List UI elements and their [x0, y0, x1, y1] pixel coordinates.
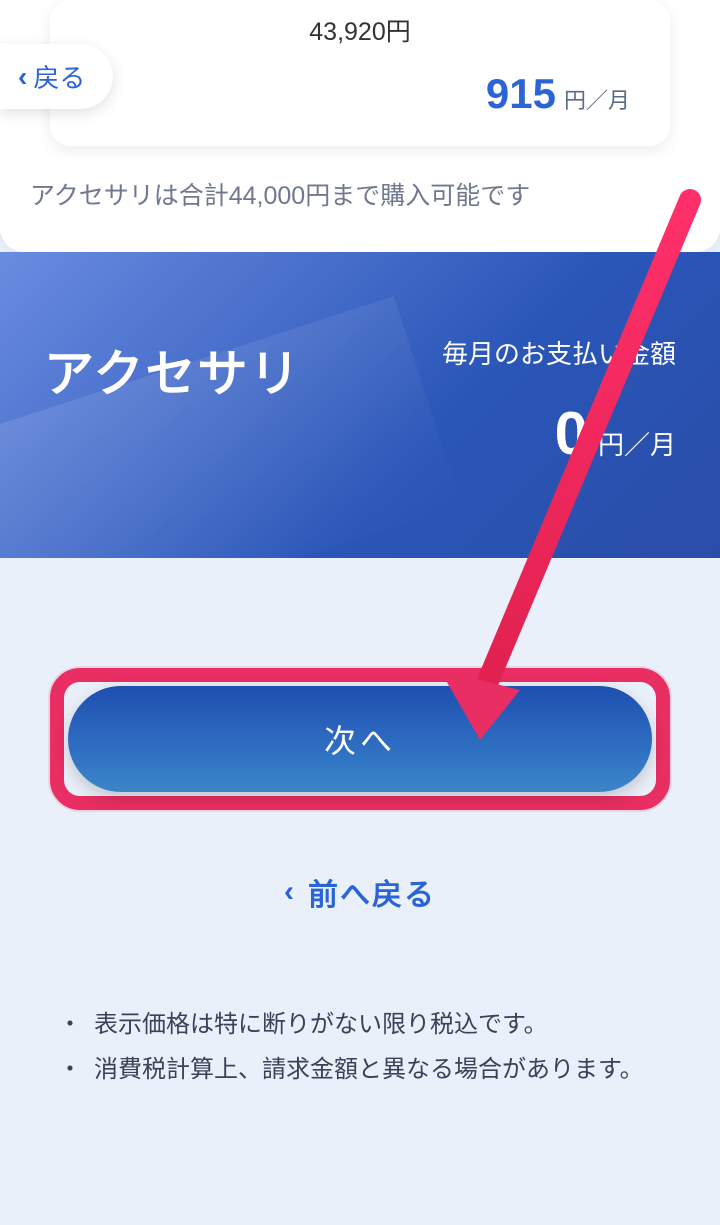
previous-link-label: 前へ戻る	[308, 870, 436, 914]
footnote-text: 消費税計算上、請求金額と異なる場合があります。	[94, 1049, 644, 1084]
footnotes: ・表示価格は特に断りがない限り税込です。 ・消費税計算上、請求金額と異なる場合が…	[50, 1004, 670, 1084]
accessory-limit-note: アクセサリは合計44,000円まで購入可能です	[30, 176, 690, 212]
footnote-text: 表示価格は特に断りがない限り税込です。	[94, 1004, 548, 1039]
price-card: 43,920円 915 円／月	[50, 0, 670, 146]
upper-card: 43,920円 915 円／月 アクセサリは合計44,000円まで購入可能です	[0, 0, 720, 252]
list-item: ・消費税計算上、請求金額と異なる場合があります。	[58, 1049, 670, 1084]
list-item: ・表示価格は特に断りがない限り税込です。	[58, 1004, 670, 1039]
monthly-price-row: 915 円／月	[90, 70, 630, 118]
previous-link[interactable]: ‹ 前へ戻る	[50, 870, 670, 914]
chevron-left-icon: ‹	[284, 875, 294, 909]
chevron-left-icon: ‹	[18, 63, 27, 91]
next-button[interactable]: 次へ	[68, 686, 652, 792]
next-button-label: 次へ	[324, 716, 396, 762]
bottom-area: 次へ ‹ 前へ戻る ・表示価格は特に断りがない限り税込です。 ・消費税計算上、請…	[0, 558, 720, 1084]
summary-title: アクセサリ	[44, 334, 302, 406]
summary-amount: 0	[555, 399, 588, 468]
back-button[interactable]: ‹ 戻る	[0, 44, 113, 109]
highlight-frame: 次へ	[50, 668, 670, 810]
summary-payment-label: 毎月のお支払い金額	[442, 334, 676, 371]
total-price: 43,920円	[90, 12, 630, 48]
monthly-price-unit: 円／月	[564, 83, 630, 115]
bullet-icon: ・	[58, 1049, 82, 1084]
monthly-price-value: 915	[486, 70, 556, 118]
summary-unit: 円／月	[598, 425, 676, 462]
bullet-icon: ・	[58, 1004, 82, 1039]
back-button-label: 戻る	[33, 58, 85, 95]
accessory-summary-section: アクセサリ 毎月のお支払い金額 0 円／月	[0, 252, 720, 558]
